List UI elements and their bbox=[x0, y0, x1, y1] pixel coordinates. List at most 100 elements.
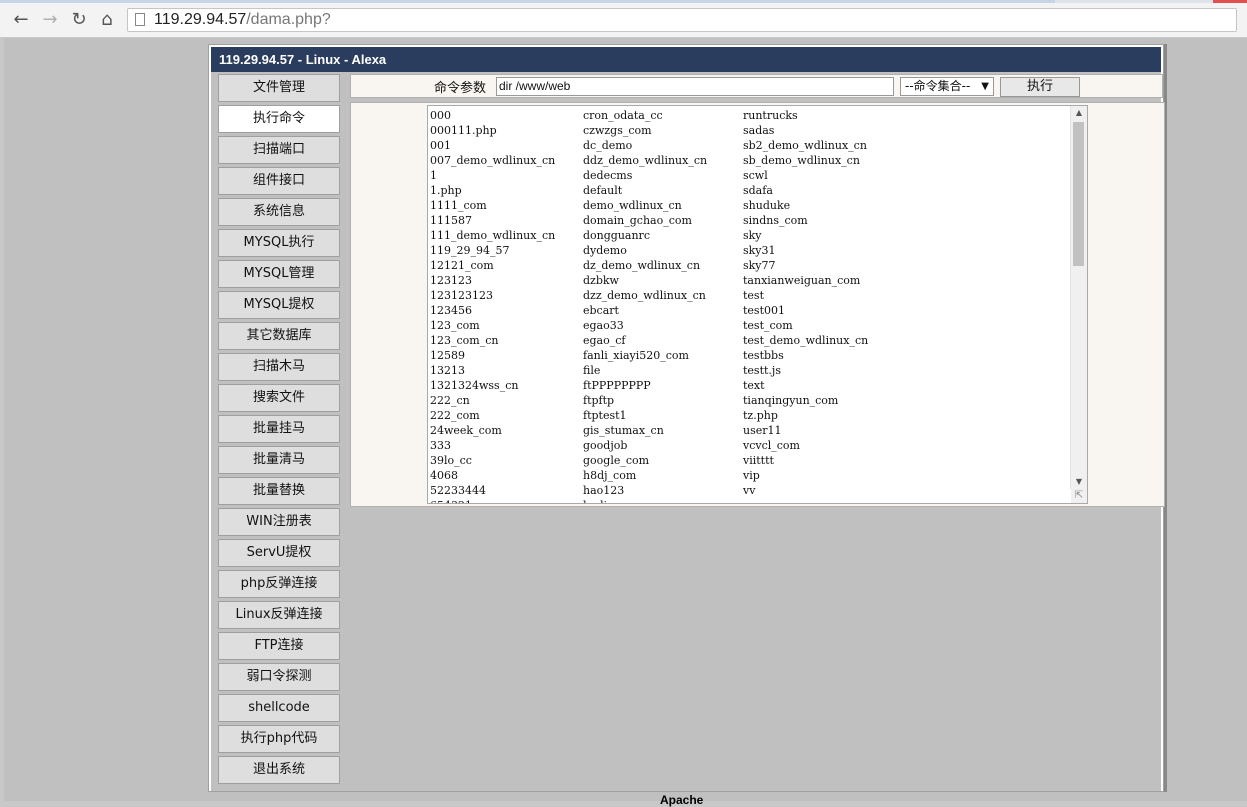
vertical-scrollbar[interactable]: ▲ ▼ bbox=[1070, 106, 1087, 489]
output-line: user11 bbox=[743, 424, 782, 437]
output-line: test_demo_wdlinux_cn bbox=[743, 334, 869, 347]
sidebar-item[interactable]: 批量替换 bbox=[218, 477, 340, 505]
sidebar-item[interactable]: 搜索文件 bbox=[218, 384, 340, 412]
output-column-3: runtrucks sadas sb2_demo_wdlinux_cn sb_demo… bbox=[743, 108, 869, 503]
output-line: dedecms bbox=[583, 169, 633, 182]
output-line: tanxianweiguan_com bbox=[743, 274, 861, 287]
sidebar-item[interactable]: 批量清马 bbox=[218, 446, 340, 474]
sidebar-item[interactable]: MYSQL管理 bbox=[218, 260, 340, 288]
output-line: viitttt bbox=[743, 454, 774, 467]
back-arrow-icon[interactable]: ← bbox=[10, 9, 32, 31]
output-line: 111_demo_wdlinux_cn bbox=[430, 229, 556, 242]
output-line: 1 bbox=[430, 169, 437, 182]
output-line: vip bbox=[743, 469, 760, 482]
resize-handle-icon[interactable]: ⇱ bbox=[1071, 489, 1087, 503]
output-line: fanli_xiayi520_com bbox=[583, 349, 689, 362]
sidebar-item[interactable]: 执行命令 bbox=[218, 105, 340, 133]
output-line: ftptest1 bbox=[583, 409, 627, 422]
reload-icon[interactable]: ↻ bbox=[68, 9, 90, 31]
output-line: domain_gchao_com bbox=[583, 214, 692, 227]
output-line: sky31 bbox=[743, 244, 776, 257]
output-line: dz_demo_wdlinux_cn bbox=[583, 259, 701, 272]
output-column-2: cron_odata_cc czwzgs_com dc_demo ddz_demo_w… bbox=[583, 108, 708, 503]
output-line: cron_odata_cc bbox=[583, 109, 663, 122]
output-line: 111587 bbox=[430, 214, 472, 227]
url-path: /dama.php? bbox=[246, 11, 331, 28]
sidebar-item[interactable]: 组件接口 bbox=[218, 167, 340, 195]
output-line: czwzgs_com bbox=[583, 124, 652, 137]
output-line: ftpftp bbox=[583, 394, 615, 407]
sidebar-item[interactable]: 弱口令探测 bbox=[218, 663, 340, 691]
output-line: 52233444 bbox=[430, 484, 486, 497]
scroll-up-icon[interactable]: ▲ bbox=[1071, 106, 1087, 120]
output-line: sb2_demo_wdlinux_cn bbox=[743, 139, 867, 152]
command-set-select[interactable]: --命令集合-- ▼ bbox=[900, 77, 994, 96]
output-line: google_com bbox=[583, 454, 650, 467]
sidebar-item[interactable]: Linux反弹连接 bbox=[218, 601, 340, 629]
dropdown-arrow-icon: ▼ bbox=[981, 81, 989, 92]
output-line: 123_com_cn bbox=[430, 334, 499, 347]
output-line: tz.php bbox=[743, 409, 778, 422]
output-line: 123456 bbox=[430, 304, 472, 317]
output-line: sb_demo_wdlinux_cn bbox=[743, 154, 860, 167]
output-line: egao33 bbox=[583, 319, 624, 332]
output-line: test_com bbox=[743, 319, 793, 332]
output-line: test001 bbox=[743, 304, 785, 317]
sidebar-item[interactable]: 文件管理 bbox=[218, 74, 340, 102]
window-title: 119.29.94.57 - Linux - Alexa bbox=[211, 47, 1161, 72]
output-line: 000 bbox=[430, 109, 451, 122]
output-line: sindns_com bbox=[743, 214, 808, 227]
output-line: hao123 bbox=[583, 484, 625, 497]
output-line: 001 bbox=[430, 139, 451, 152]
forward-arrow-icon[interactable]: → bbox=[39, 9, 61, 31]
scroll-thumb[interactable] bbox=[1073, 122, 1084, 266]
output-line: dongguanrc bbox=[583, 229, 650, 242]
address-bar[interactable]: 119.29.94.57/dama.php? bbox=[127, 8, 1237, 32]
output-line: 24week_com bbox=[430, 424, 502, 437]
output-line: 1111_com bbox=[430, 199, 487, 212]
sidebar-item[interactable]: 系统信息 bbox=[218, 198, 340, 226]
output-line: 222_cn bbox=[430, 394, 470, 407]
output-line: text bbox=[743, 379, 765, 392]
sidebar-item[interactable]: php反弹连接 bbox=[218, 570, 340, 598]
sidebar-item[interactable]: shellcode bbox=[218, 694, 340, 722]
output-line: 123123123 bbox=[430, 289, 493, 302]
sidebar-item[interactable]: MYSQL执行 bbox=[218, 229, 340, 257]
output-line: vcvcl_com bbox=[743, 439, 800, 452]
sidebar-item[interactable]: 扫描端口 bbox=[218, 136, 340, 164]
sidebar-item[interactable]: FTP连接 bbox=[218, 632, 340, 660]
output-line: ddz_demo_wdlinux_cn bbox=[583, 154, 708, 167]
output-line: shuduke bbox=[743, 199, 791, 212]
output-line: testbbs bbox=[743, 349, 784, 362]
output-line: 123_com bbox=[430, 319, 480, 332]
output-line: 007_demo_wdlinux_cn bbox=[430, 154, 556, 167]
sidebar-item[interactable]: 其它数据库 bbox=[218, 322, 340, 350]
output-line: vv bbox=[743, 484, 756, 497]
sidebar-item[interactable]: ServU提权 bbox=[218, 539, 340, 567]
home-icon[interactable]: ⌂ bbox=[96, 9, 118, 31]
output-line: sky77 bbox=[743, 259, 776, 272]
output-line: 000111.php bbox=[430, 124, 497, 137]
sidebar-item[interactable]: 执行php代码 bbox=[218, 725, 340, 753]
output-line: tianqingyun_com bbox=[743, 394, 839, 407]
execute-button[interactable]: 执行 bbox=[1000, 77, 1080, 97]
output-column-1: 000 000111.php 001 007_demo_wdlinux_cn 1 1.ph… bbox=[430, 108, 556, 503]
output-line: hadics bbox=[583, 498, 707, 503]
output-line: default bbox=[583, 184, 623, 197]
output-line: 1321324wss_cn bbox=[430, 379, 519, 392]
output-line: demo_wdlinux_cn bbox=[583, 199, 682, 212]
sidebar-item[interactable]: 扫描木马 bbox=[218, 353, 340, 381]
output-textarea[interactable]: 000 000111.php 001 007_demo_wdlinux_cn 1 1.ph… bbox=[427, 105, 1088, 504]
page-icon bbox=[135, 13, 145, 26]
sidebar-item[interactable]: 批量挂马 bbox=[218, 415, 340, 443]
sidebar-item[interactable]: 退出系统 bbox=[218, 756, 340, 784]
command-input[interactable]: dir /www/web bbox=[496, 77, 894, 96]
output-line: 123123 bbox=[430, 274, 472, 287]
sidebar-item[interactable]: MYSQL提权 bbox=[218, 291, 340, 319]
output-line: goodjob bbox=[583, 439, 628, 452]
scroll-down-icon[interactable]: ▼ bbox=[1071, 475, 1087, 489]
sidebar-item[interactable]: WIN注册表 bbox=[218, 508, 340, 536]
url-host: 119.29.94.57 bbox=[154, 11, 247, 28]
output-line: 1.php bbox=[430, 184, 462, 197]
output-line: 4068 bbox=[430, 469, 458, 482]
